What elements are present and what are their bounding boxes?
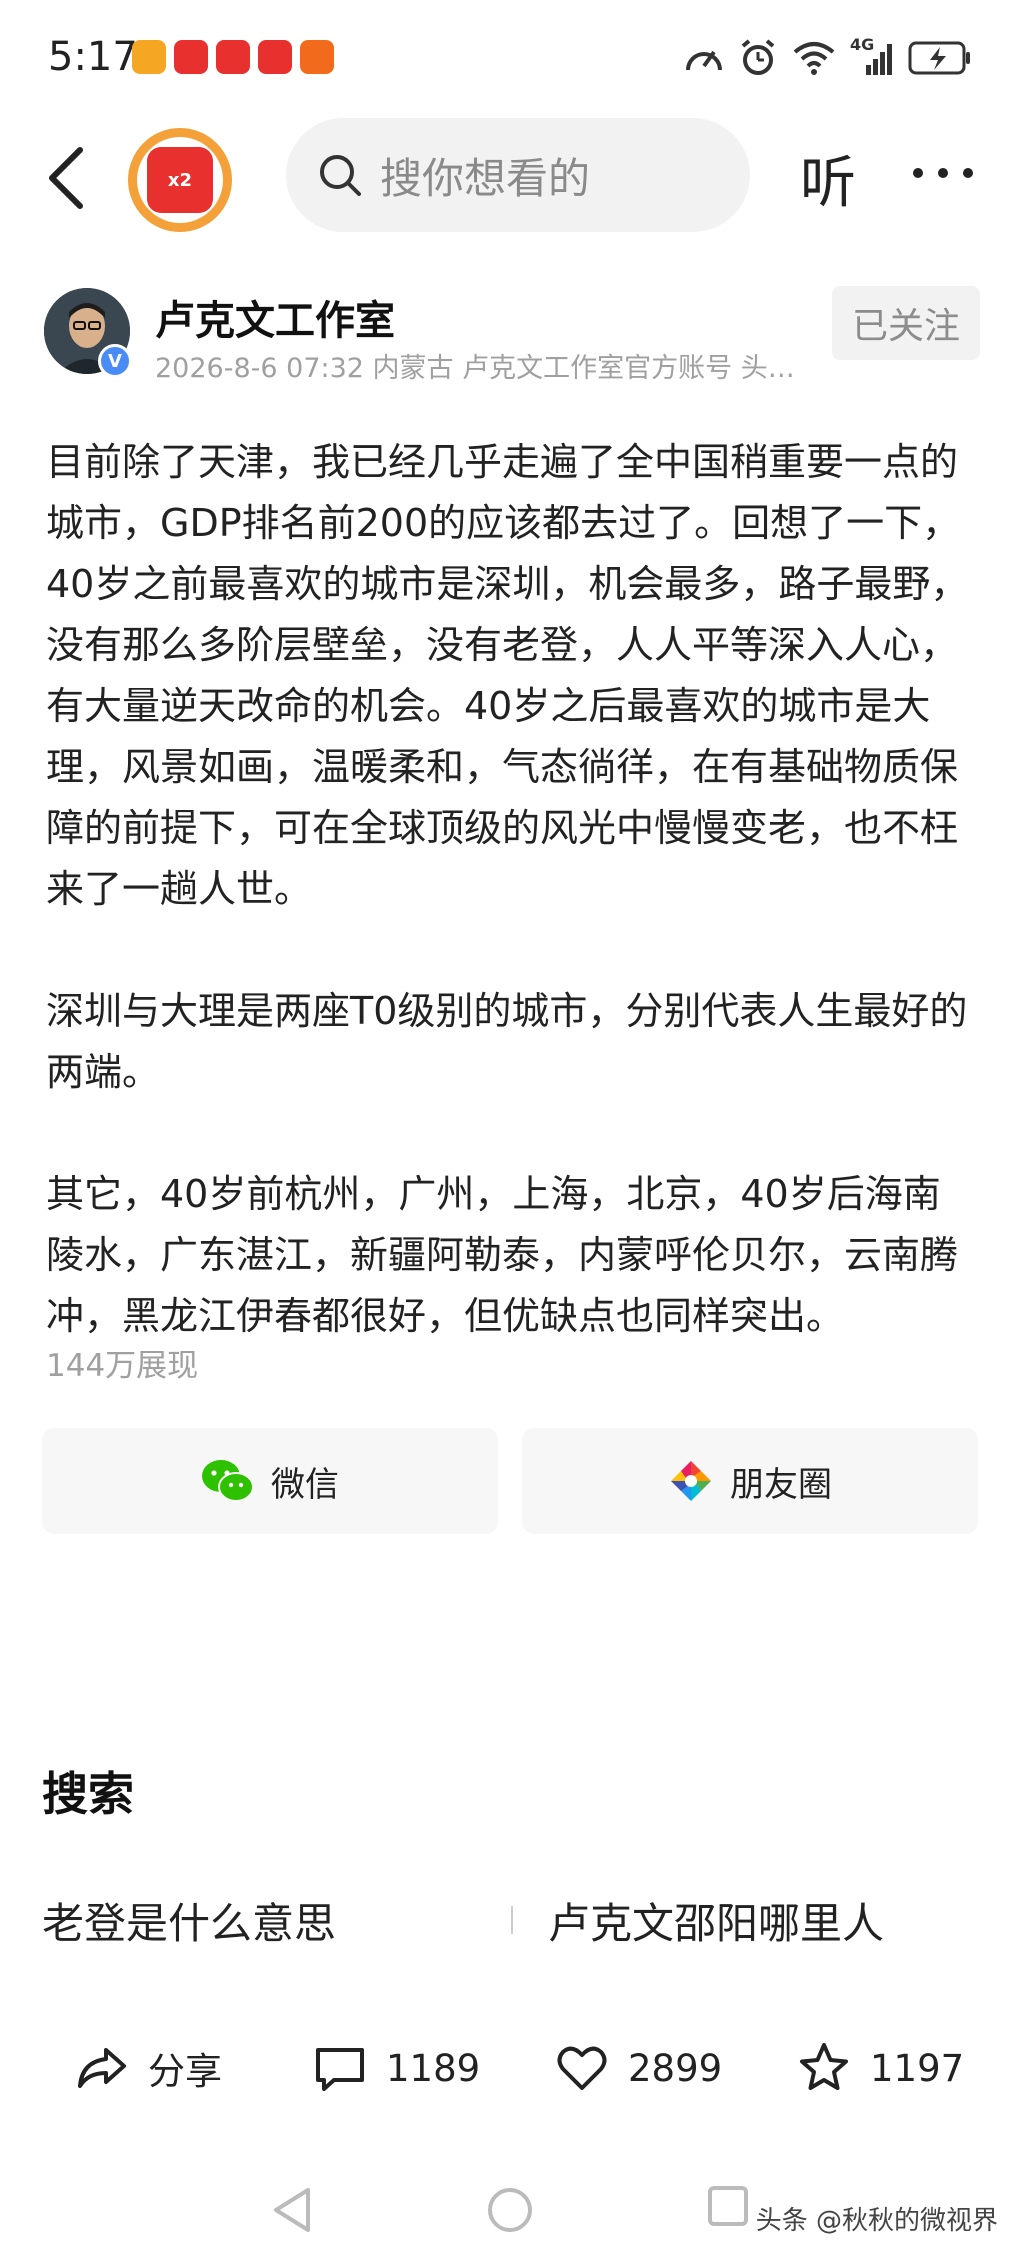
wifi-icon (793, 42, 835, 75)
comment-icon (316, 2048, 364, 2091)
nav-recents-icon[interactable] (706, 2184, 750, 2228)
notification-app-icons (132, 40, 334, 74)
search-placeholder: 搜你想看的 (380, 153, 591, 203)
post-paragraph: 目前除了天津，我已经几乎走遍了全中国稍重要一点的城市，GDP排名前200的应该都… (46, 440, 969, 911)
back-button[interactable] (40, 140, 100, 216)
top-nav: x2 搜你想看的 听 (0, 118, 1020, 238)
system-icons: 4G (684, 35, 972, 78)
comment-button[interactable]: 1189 (312, 2040, 480, 2096)
speed-icon (686, 50, 722, 71)
toutiao-red-icon (258, 40, 292, 74)
wechat-icon (202, 1460, 254, 1502)
listen-button[interactable]: 听 (800, 138, 856, 219)
share-moments-button[interactable]: 朋友圈 (522, 1428, 978, 1534)
tasks-app-icon (132, 40, 166, 74)
search-suggestion[interactable]: 卢克文邵阳哪里人 (548, 1890, 884, 1951)
video-app-icon (216, 40, 250, 74)
search-section-title: 搜索 (42, 1767, 134, 1821)
share-arrow-icon (78, 2048, 126, 2088)
back-arrow-icon (49, 147, 83, 209)
video-app-icon (174, 40, 208, 74)
reward-coin-badge[interactable]: x2 (128, 128, 232, 232)
comment-count: 1189 (386, 2046, 481, 2090)
search-suggestion[interactable]: 老登是什么意思 (42, 1890, 336, 1951)
more-button[interactable] (908, 148, 978, 198)
shopping-app-icon (300, 40, 334, 74)
post-body: 目前除了天津，我已经几乎走遍了全中国稍重要一点的城市，GDP排名前200的应该都… (46, 432, 976, 1347)
search-icon (320, 155, 361, 196)
author-name[interactable]: 卢克文工作室 (155, 288, 395, 346)
share-button[interactable]: 分享 (74, 2040, 222, 2096)
post-paragraph: 深圳与大理是两座T0级别的城市，分别代表人生最好的两端。 (46, 989, 968, 1094)
nav-back-icon[interactable] (270, 2186, 314, 2234)
verified-badge: V (98, 344, 132, 378)
share-wechat-button[interactable]: 微信 (42, 1428, 498, 1534)
view-count: 144万展现 (46, 1348, 199, 1384)
post-paragraph: 其它，40岁前杭州，广州，上海，北京，40岁后海南陵水，广东湛江，新疆阿勒泰，内… (46, 1172, 959, 1338)
share-wechat-label: 微信 (271, 1464, 339, 1505)
follow-button[interactable]: 已关注 (832, 286, 980, 360)
watermark: 头条 @秋秋的微视界 (755, 2206, 998, 2236)
favorite-button[interactable]: 1197 (796, 2040, 964, 2096)
share-moments-label: 朋友圈 (730, 1464, 832, 1505)
share-label: 分享 (148, 2050, 222, 2093)
like-count: 2899 (628, 2046, 723, 2090)
moments-icon (671, 1461, 711, 1501)
post-meta: 2026-8-6 07:32 内蒙古 卢克文工作室官方账号 头… (155, 353, 795, 384)
like-button[interactable]: 2899 (554, 2040, 722, 2096)
status-bar: 5:17 4G (0, 0, 1020, 120)
signal-icon: 4G (850, 35, 894, 77)
nav-home-icon[interactable] (486, 2186, 534, 2234)
red-envelope-icon: x2 (147, 147, 213, 213)
alarm-icon (741, 39, 775, 75)
heart-icon (557, 2046, 607, 2090)
star-icon (800, 2043, 848, 2090)
more-dots-icon (913, 168, 973, 178)
battery-charging-icon (908, 41, 970, 75)
search-input[interactable]: 搜你想看的 (286, 118, 750, 232)
suggestion-divider (511, 1906, 513, 1934)
favorite-count: 1197 (870, 2046, 965, 2090)
status-time: 5:17 (48, 34, 138, 80)
